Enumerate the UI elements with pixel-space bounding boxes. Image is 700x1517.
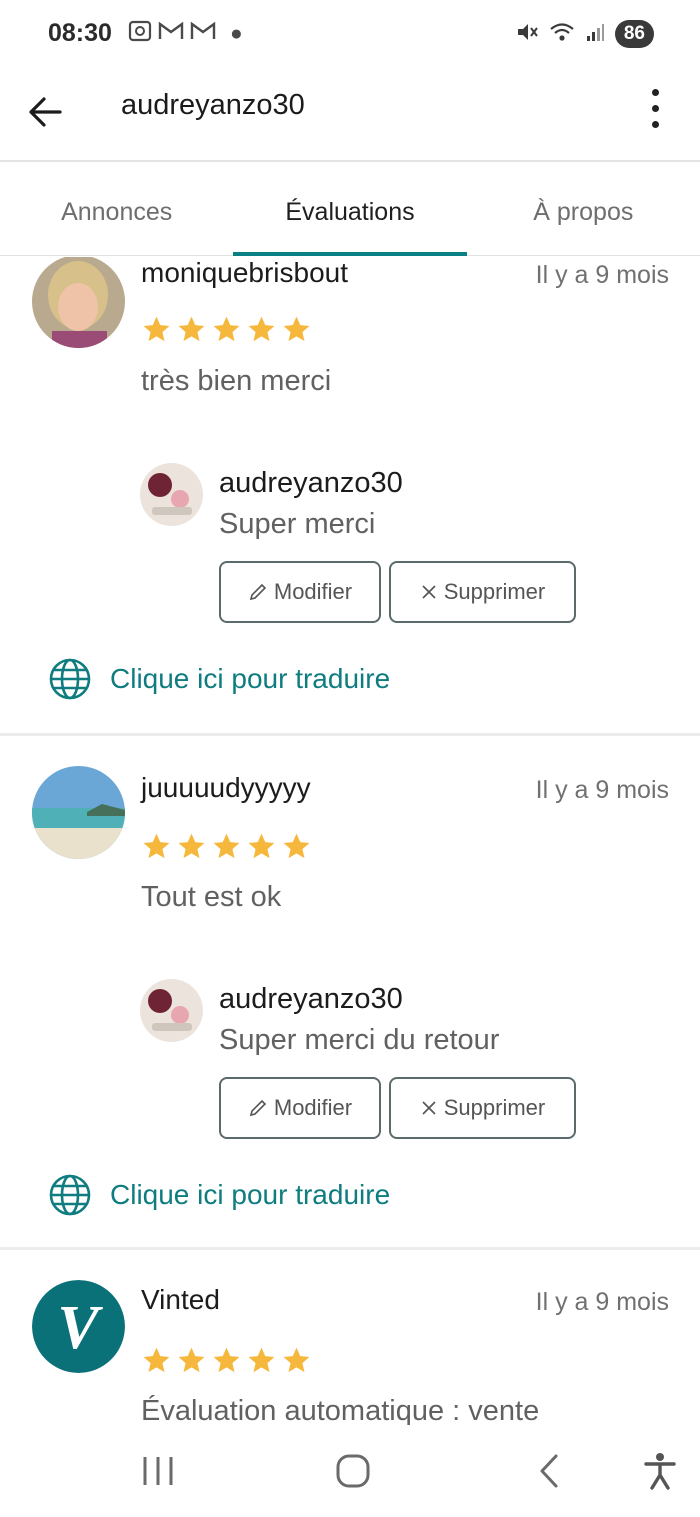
avatar[interactable] — [32, 766, 125, 859]
globe-icon — [49, 1174, 91, 1216]
wifi-icon — [549, 21, 575, 48]
star-icon — [248, 316, 275, 342]
home-icon — [336, 1454, 370, 1488]
star-rating — [141, 831, 312, 862]
recents-icon — [143, 1457, 173, 1485]
review-item: moniquebrisbout Il y a 9 mois très bien … — [0, 257, 700, 731]
app-bar: audreyanzo30 — [0, 70, 700, 162]
star-rating — [141, 1345, 312, 1376]
arrow-left-icon — [29, 97, 62, 127]
pencil-icon — [249, 583, 267, 601]
edit-reply-button[interactable]: Modifier — [219, 561, 381, 623]
reply-text: Super merci du retour — [219, 1024, 500, 1056]
recents-button[interactable] — [141, 1451, 175, 1496]
edit-reply-button[interactable]: Modifier — [219, 1077, 381, 1139]
star-icon — [283, 833, 310, 859]
reply-author: audreyanzo30 — [219, 467, 403, 499]
globe-icon — [49, 658, 91, 700]
divider — [0, 1247, 700, 1250]
star-icon — [143, 833, 170, 859]
translate-label: Clique ici pour traduire — [110, 663, 391, 694]
pencil-icon — [249, 1099, 267, 1117]
divider — [0, 733, 700, 736]
star-icon — [178, 1347, 205, 1373]
vinted-logo[interactable]: V — [32, 1280, 125, 1373]
review-time: Il y a 9 mois — [535, 261, 669, 289]
status-time: 08:30 — [48, 19, 112, 47]
star-rating — [141, 314, 312, 345]
translate-link[interactable]: Clique ici pour traduire — [48, 1173, 390, 1217]
tab-a-propos[interactable]: À propos — [467, 164, 700, 255]
delete-reply-button[interactable]: Supprimer — [389, 561, 576, 623]
reply-text: Super merci — [219, 508, 376, 540]
mute-icon — [515, 21, 539, 48]
back-icon — [540, 1454, 558, 1488]
tab-annonces[interactable]: Annonces — [0, 164, 233, 255]
status-system-icons: 86 — [515, 20, 654, 48]
edit-label: Modifier — [273, 1095, 353, 1120]
star-icon — [213, 316, 240, 342]
review-text: Évaluation automatique : vente — [141, 1395, 540, 1425]
review-item: juuuuudyyyyy Il y a 9 mois Tout est ok a… — [0, 766, 700, 1248]
accessibility-icon — [644, 1453, 676, 1490]
page-title: audreyanzo30 — [121, 89, 305, 121]
more-options-button[interactable] — [640, 84, 670, 132]
delete-label: Supprimer — [443, 579, 546, 604]
delete-label: Supprimer — [443, 1095, 546, 1120]
review-item: V Vinted Il y a 9 mois Évaluation automa… — [0, 1280, 700, 1425]
system-nav-bar — [0, 1425, 700, 1517]
star-icon — [213, 1347, 240, 1373]
delete-reply-button[interactable]: Supprimer — [389, 1077, 576, 1139]
star-icon — [178, 316, 205, 342]
close-icon — [422, 1101, 436, 1115]
screenshot-icon — [128, 20, 152, 48]
star-icon — [283, 316, 310, 342]
review-time: Il y a 9 mois — [535, 776, 669, 804]
star-icon — [213, 833, 240, 859]
star-icon — [248, 1347, 275, 1373]
vinted-logo-letter: V — [57, 1294, 103, 1362]
star-icon — [143, 316, 170, 342]
nav-back-button[interactable] — [532, 1451, 566, 1496]
profile-tabs: Annonces Évaluations À propos — [0, 164, 700, 256]
tab-evaluations[interactable]: Évaluations — [233, 164, 467, 256]
review-text: Tout est ok — [141, 881, 282, 913]
star-icon — [178, 833, 205, 859]
star-icon — [283, 1347, 310, 1373]
status-notification-icons: ● — [128, 20, 243, 48]
gmail-icon — [158, 21, 184, 47]
review-time: Il y a 9 mois — [535, 1288, 669, 1316]
accessibility-button[interactable] — [641, 1451, 679, 1496]
home-button[interactable] — [334, 1451, 372, 1496]
reply-author: audreyanzo30 — [219, 983, 403, 1015]
signal-icon — [585, 21, 605, 48]
notification-dot-icon: ● — [230, 22, 243, 45]
review-author[interactable]: juuuuudyyyyy — [141, 772, 311, 804]
review-author[interactable]: Vinted — [141, 1284, 220, 1316]
battery-icon: 86 — [614, 20, 654, 48]
review-author[interactable]: moniquebrisbout — [141, 257, 348, 289]
review-text: très bien merci — [141, 365, 332, 397]
close-icon — [422, 585, 436, 599]
star-icon — [248, 833, 275, 859]
star-icon — [143, 1347, 170, 1373]
status-bar: 08:30 ● 86 — [0, 0, 700, 70]
reply-avatar[interactable] — [140, 979, 203, 1042]
back-button[interactable] — [24, 90, 68, 134]
gmail-icon — [190, 21, 216, 47]
reply-avatar[interactable] — [140, 463, 203, 526]
avatar[interactable] — [32, 257, 125, 348]
translate-link[interactable]: Clique ici pour traduire — [48, 657, 390, 701]
more-vert-icon — [651, 88, 659, 96]
reviews-feed[interactable]: moniquebrisbout Il y a 9 mois très bien … — [0, 257, 700, 1425]
translate-label: Clique ici pour traduire — [110, 1179, 391, 1210]
edit-label: Modifier — [273, 579, 353, 604]
